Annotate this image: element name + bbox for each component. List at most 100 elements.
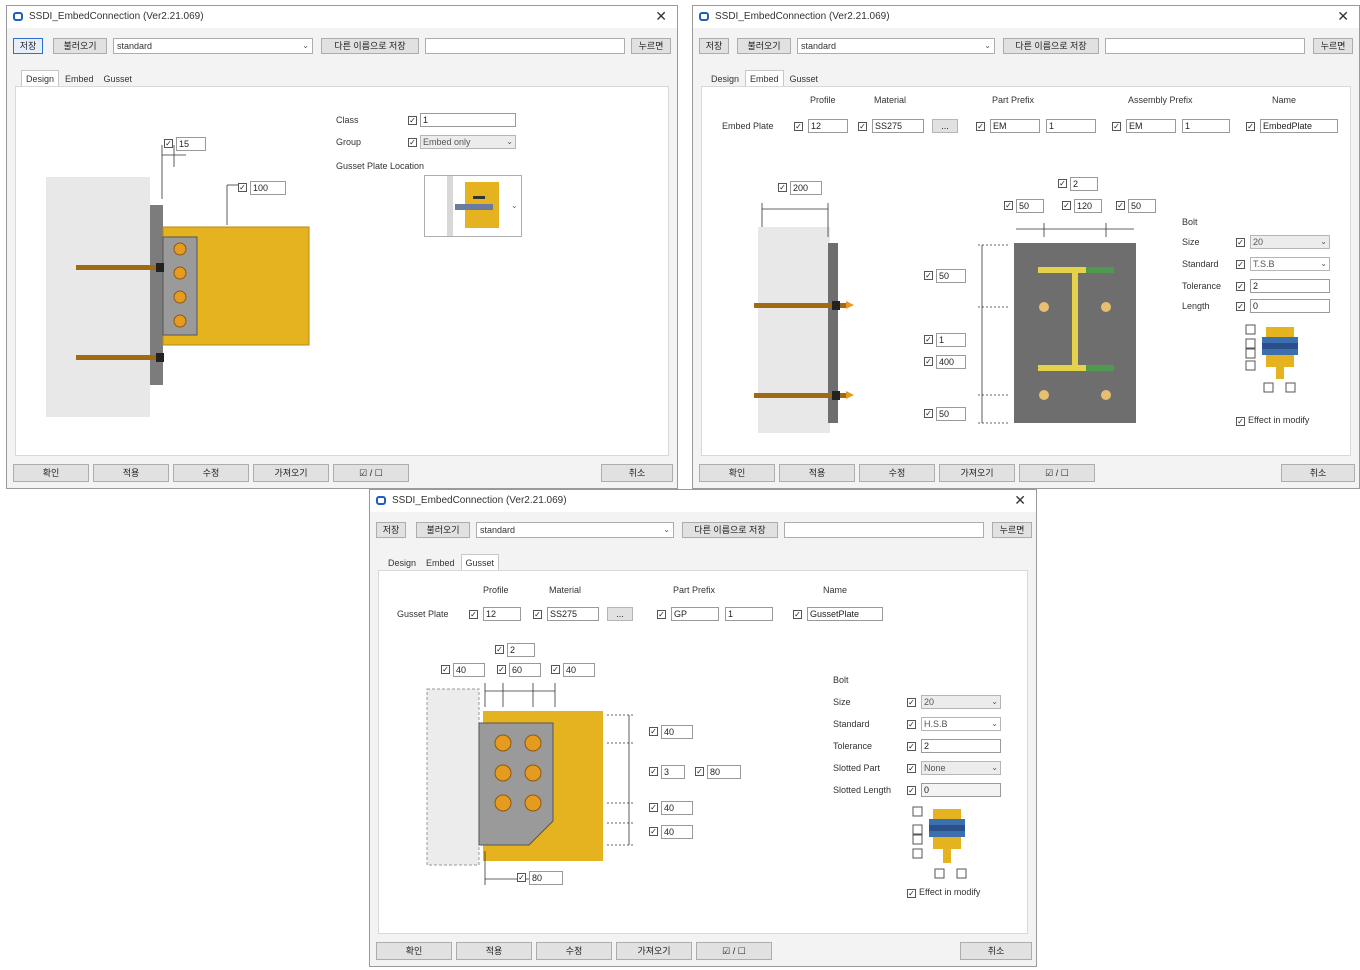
preset-select[interactable]: standard ⌄ <box>476 522 674 538</box>
dim-bottom-checkbox[interactable]: ✓ <box>649 827 658 836</box>
dim-spacing-input[interactable]: 120 <box>1074 199 1102 213</box>
cancel-button[interactable]: 취소 <box>960 942 1032 960</box>
name-checkbox[interactable]: ✓ <box>793 610 802 619</box>
tab-design[interactable]: Design <box>384 555 420 571</box>
modify-button[interactable]: 수정 <box>536 942 612 960</box>
load-button[interactable]: 불러오기 <box>53 38 107 54</box>
bolt-tolerance-checkbox[interactable]: ✓ <box>907 742 916 751</box>
tab-gusset[interactable]: Gusset <box>100 71 137 87</box>
tab-gusset[interactable]: Gusset <box>460 554 500 571</box>
close-icon[interactable]: ✕ <box>1014 492 1026 509</box>
save-button[interactable]: 저장 <box>13 38 43 54</box>
bolt-standard-checkbox[interactable]: ✓ <box>1236 260 1245 269</box>
check-toggle-button[interactable]: ☑ / ☐ <box>333 464 409 482</box>
slotted-part-select[interactable]: None ⌄ <box>921 761 1001 775</box>
dim-count-checkbox[interactable]: ✓ <box>495 645 504 654</box>
dim-offset-checkbox[interactable]: ✓ <box>238 183 247 192</box>
save-name-input[interactable] <box>425 38 625 54</box>
get-button[interactable]: 가져오기 <box>939 464 1015 482</box>
effect-in-modify-checkbox[interactable]: ✓ <box>907 889 916 898</box>
save-button[interactable]: 저장 <box>376 522 406 538</box>
save-as-button[interactable]: 다른 이름으로 저장 <box>321 38 419 54</box>
bolt-size-select[interactable]: 20 ⌄ <box>921 695 1001 709</box>
dim-width-checkbox[interactable]: ✓ <box>778 183 787 192</box>
bolt-tolerance-input[interactable]: 2 <box>1250 279 1330 293</box>
dim-chamfer-checkbox[interactable]: ✓ <box>517 873 526 882</box>
dim-count-checkbox[interactable]: ✓ <box>1058 179 1067 188</box>
dim-edge-left-checkbox[interactable]: ✓ <box>1004 201 1013 210</box>
dim-pitch-checkbox[interactable]: ✓ <box>695 767 704 776</box>
group-select[interactable]: Embed only ⌄ <box>420 135 516 149</box>
dim-bottom-input[interactable]: 50 <box>936 407 966 421</box>
save-button[interactable]: 저장 <box>699 38 729 54</box>
dim-rows-checkbox[interactable]: ✓ <box>924 335 933 344</box>
dim-right-input[interactable]: 40 <box>563 663 595 677</box>
dim-row-gap-checkbox[interactable]: ✓ <box>649 803 658 812</box>
group-checkbox[interactable]: ✓ <box>408 138 417 147</box>
apply-button[interactable]: 적용 <box>93 464 169 482</box>
effect-in-modify-checkbox[interactable]: ✓ <box>1236 417 1245 426</box>
dim-count-input[interactable]: 2 <box>507 643 535 657</box>
dim-top-checkbox[interactable]: ✓ <box>649 727 658 736</box>
name-input[interactable]: EmbedPlate <box>1260 119 1338 133</box>
load-button[interactable]: 불러오기 <box>737 38 791 54</box>
dim-pitch-input[interactable]: 400 <box>936 355 966 369</box>
dim-width-input[interactable]: 200 <box>790 181 822 195</box>
dim-left-checkbox[interactable]: ✓ <box>441 665 450 674</box>
dim-rows-input[interactable]: 1 <box>936 333 966 347</box>
check-toggle-button[interactable]: ☑ / ☐ <box>1019 464 1095 482</box>
close-icon[interactable]: ✕ <box>655 8 667 25</box>
save-name-input[interactable] <box>1105 38 1305 54</box>
dim-top-input[interactable]: 15 <box>176 137 206 151</box>
bolt-standard-checkbox[interactable]: ✓ <box>907 720 916 729</box>
tab-embed[interactable]: Embed <box>422 555 459 571</box>
modify-button[interactable]: 수정 <box>173 464 249 482</box>
tab-gusset[interactable]: Gusset <box>786 71 823 87</box>
slotted-length-checkbox[interactable]: ✓ <box>907 786 916 795</box>
apply-button[interactable]: 적용 <box>779 464 855 482</box>
ok-button[interactable]: 확인 <box>13 464 89 482</box>
dim-chamfer-input[interactable]: 80 <box>529 871 563 885</box>
save-name-input[interactable] <box>784 522 984 538</box>
dim-pitch-checkbox[interactable]: ✓ <box>924 357 933 366</box>
bolt-size-checkbox[interactable]: ✓ <box>1236 238 1245 247</box>
get-button[interactable]: 가져오기 <box>253 464 329 482</box>
tab-design[interactable]: Design <box>707 71 743 87</box>
dim-count-input[interactable]: 2 <box>1070 177 1098 191</box>
cancel-button[interactable]: 취소 <box>601 464 673 482</box>
dim-pitch-input[interactable]: 80 <box>707 765 741 779</box>
ok-button[interactable]: 확인 <box>699 464 775 482</box>
dim-offset-input[interactable]: 100 <box>250 181 286 195</box>
dim-bottom-input[interactable]: 40 <box>661 825 693 839</box>
get-button[interactable]: 가져오기 <box>616 942 692 960</box>
dim-right-checkbox[interactable]: ✓ <box>551 665 560 674</box>
gusset-location-picker[interactable]: ⌄ <box>424 175 522 237</box>
tab-embed[interactable]: Embed <box>745 70 784 87</box>
class-input[interactable]: 1 <box>420 113 516 127</box>
load-button[interactable]: 불러오기 <box>416 522 470 538</box>
preset-select[interactable]: standard ⌄ <box>797 38 995 54</box>
dim-top-checkbox[interactable]: ✓ <box>924 271 933 280</box>
dim-left-input[interactable]: 40 <box>453 663 485 677</box>
apply-button[interactable]: 적용 <box>456 942 532 960</box>
dim-top-input[interactable]: 40 <box>661 725 693 739</box>
bolt-length-checkbox[interactable]: ✓ <box>1236 302 1245 311</box>
new-button[interactable]: 누르면 <box>631 38 671 54</box>
dim-spacing-checkbox[interactable]: ✓ <box>1062 201 1071 210</box>
close-icon[interactable]: ✕ <box>1337 8 1349 25</box>
dim-spacing-input[interactable]: 60 <box>509 663 541 677</box>
assembly-start-input[interactable]: 1 <box>1182 119 1230 133</box>
dim-top-checkbox[interactable]: ✓ <box>164 139 173 148</box>
new-button[interactable]: 누르면 <box>1313 38 1353 54</box>
save-as-button[interactable]: 다른 이름으로 저장 <box>1003 38 1099 54</box>
new-button[interactable]: 누르면 <box>992 522 1032 538</box>
name-input[interactable]: GussetPlate <box>807 607 883 621</box>
dim-edge-right-checkbox[interactable]: ✓ <box>1116 201 1125 210</box>
dim-edge-right-input[interactable]: 50 <box>1128 199 1156 213</box>
dim-top-input[interactable]: 50 <box>936 269 966 283</box>
name-checkbox[interactable]: ✓ <box>1246 122 1255 131</box>
preset-select[interactable]: standard ⌄ <box>113 38 313 54</box>
bolt-tolerance-input[interactable]: 2 <box>921 739 1001 753</box>
check-toggle-button[interactable]: ☑ / ☐ <box>696 942 772 960</box>
modify-button[interactable]: 수정 <box>859 464 935 482</box>
